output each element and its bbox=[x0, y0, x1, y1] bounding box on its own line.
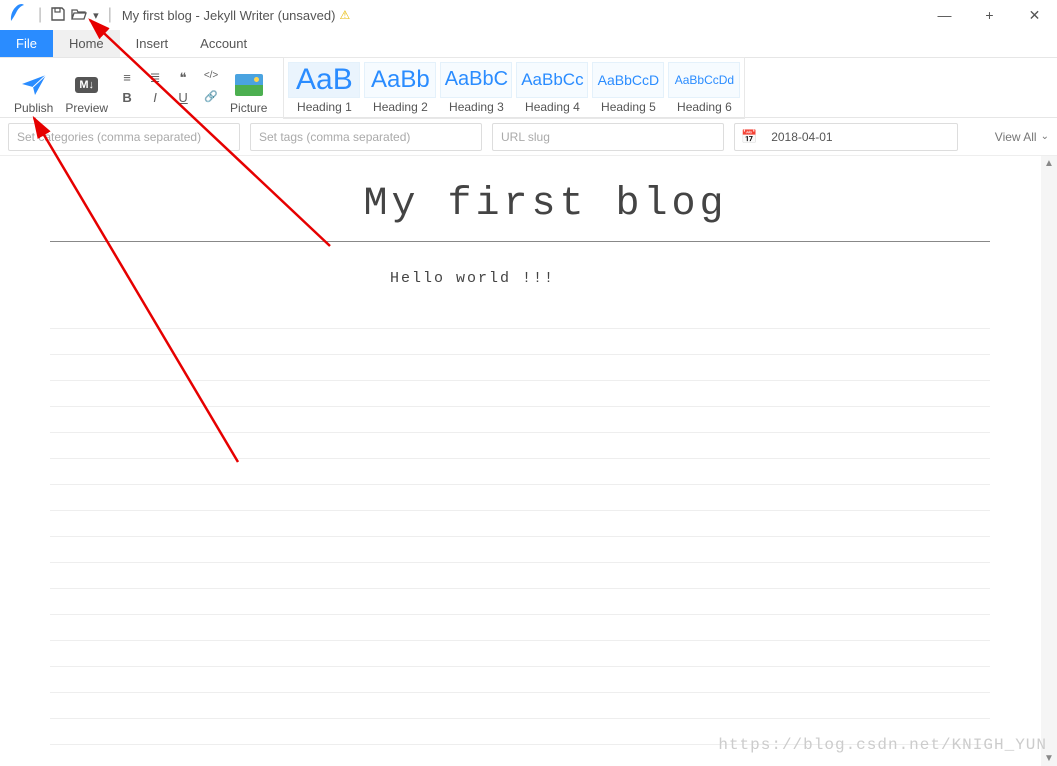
picture-label: Picture bbox=[230, 101, 267, 115]
rule-line bbox=[50, 589, 990, 615]
picture-icon bbox=[235, 71, 263, 99]
heading-sample: AaBbCc bbox=[516, 62, 588, 98]
calendar-icon: 📅 bbox=[741, 129, 757, 145]
heading-label: Heading 6 bbox=[677, 100, 732, 114]
italic-icon[interactable]: I bbox=[146, 90, 164, 105]
rule-line bbox=[50, 641, 990, 667]
rule-line bbox=[50, 719, 990, 745]
rule-line bbox=[50, 433, 990, 459]
tab-home[interactable]: Home bbox=[53, 30, 120, 57]
heading-sample: AaBbCcDd bbox=[668, 62, 740, 98]
heading-sample: AaBbC bbox=[440, 62, 512, 98]
rule-line bbox=[50, 511, 990, 537]
format-grid: ≡ ≣ ❝ </> B I U 🔗 bbox=[118, 70, 220, 105]
bold-icon[interactable]: B bbox=[118, 90, 136, 105]
chevron-down-icon: ⌄ bbox=[1041, 131, 1049, 142]
heading-2-button[interactable]: AaBb Heading 2 bbox=[362, 60, 438, 116]
chevron-down-icon[interactable]: ▾ bbox=[93, 9, 99, 22]
heading-label: Heading 1 bbox=[297, 100, 352, 114]
scroll-down-icon[interactable]: ▼ bbox=[1044, 753, 1054, 764]
window-controls: — + ✕ bbox=[922, 0, 1057, 30]
rule-line bbox=[50, 381, 990, 407]
heading-sample: AaBb bbox=[364, 62, 436, 98]
quote-icon[interactable]: ❝ bbox=[174, 70, 192, 86]
save-icon[interactable] bbox=[51, 7, 65, 24]
view-all-button[interactable]: View All ⌄ bbox=[995, 130, 1049, 144]
preview-label: Preview bbox=[65, 101, 108, 115]
link-icon[interactable]: 🔗 bbox=[202, 90, 220, 105]
rule-line bbox=[50, 329, 990, 355]
publish-button[interactable]: Publish bbox=[14, 61, 53, 115]
post-body[interactable]: Hello world !!! bbox=[50, 242, 1041, 295]
markdown-icon: M↓ bbox=[75, 71, 98, 99]
ribbon-toolbar: Publish M↓ Preview ≡ ≣ ❝ </> B I U 🔗 Pic… bbox=[0, 58, 1057, 118]
rule-line bbox=[50, 745, 990, 766]
preview-button[interactable]: M↓ Preview bbox=[65, 61, 108, 115]
editor-area: My first blog Hello world !!! ▲ ▼ bbox=[0, 156, 1057, 766]
categories-input[interactable] bbox=[8, 123, 240, 151]
tab-account[interactable]: Account bbox=[184, 30, 263, 57]
heading-1-button[interactable]: AaB Heading 1 bbox=[286, 60, 362, 116]
heading-sample: AaB bbox=[288, 62, 360, 98]
date-input[interactable] bbox=[763, 125, 951, 149]
warning-icon: ⚠ bbox=[339, 8, 350, 22]
maximize-button[interactable]: + bbox=[967, 0, 1012, 30]
code-icon[interactable]: </> bbox=[202, 70, 220, 86]
picture-button[interactable]: Picture bbox=[230, 61, 267, 115]
tab-insert[interactable]: Insert bbox=[120, 30, 185, 57]
editor-canvas[interactable]: My first blog Hello world !!! bbox=[0, 156, 1041, 766]
date-field[interactable]: 📅 bbox=[734, 123, 958, 151]
titlebar: | ▾ | My first blog - Jekyll Writer (uns… bbox=[0, 0, 1057, 30]
app-logo-icon bbox=[8, 3, 26, 28]
heading-label: Heading 5 bbox=[601, 100, 656, 114]
menu-tabs: File Home Insert Account bbox=[0, 30, 1057, 58]
vertical-scrollbar[interactable]: ▲ ▼ bbox=[1041, 156, 1057, 766]
unordered-list-icon[interactable]: ≡ bbox=[118, 70, 136, 86]
heading-4-button[interactable]: AaBbCc Heading 4 bbox=[514, 60, 590, 116]
separator: | bbox=[108, 6, 112, 24]
heading-5-button[interactable]: AaBbCcD Heading 5 bbox=[590, 60, 666, 116]
heading-label: Heading 3 bbox=[449, 100, 504, 114]
scroll-up-icon[interactable]: ▲ bbox=[1044, 158, 1054, 169]
rule-line bbox=[50, 485, 990, 511]
ruled-lines bbox=[50, 303, 1041, 766]
heading-3-button[interactable]: AaBbC Heading 3 bbox=[438, 60, 514, 116]
rule-line bbox=[50, 303, 990, 329]
rule-line bbox=[50, 615, 990, 641]
view-all-label: View All bbox=[995, 130, 1037, 144]
headings-gallery: AaBHeading 1AaBbHeading 2AaBbCHeading 3A… bbox=[283, 57, 745, 119]
tags-input[interactable] bbox=[250, 123, 482, 151]
heading-6-button[interactable]: AaBbCcDd Heading 6 bbox=[666, 60, 742, 116]
meta-bar: 📅 View All ⌄ bbox=[0, 118, 1057, 156]
window-title: My first blog - Jekyll Writer (unsaved) bbox=[122, 8, 336, 23]
publish-label: Publish bbox=[14, 101, 53, 115]
heading-label: Heading 4 bbox=[525, 100, 580, 114]
rule-line bbox=[50, 563, 990, 589]
slug-input[interactable] bbox=[492, 123, 724, 151]
ordered-list-icon[interactable]: ≣ bbox=[146, 70, 164, 86]
rule-line bbox=[50, 355, 990, 381]
heading-sample: AaBbCcD bbox=[592, 62, 664, 98]
rule-line bbox=[50, 459, 990, 485]
minimize-button[interactable]: — bbox=[922, 0, 967, 30]
tab-file[interactable]: File bbox=[0, 30, 53, 57]
rule-line bbox=[50, 667, 990, 693]
rule-line bbox=[50, 537, 990, 563]
paper-plane-icon bbox=[21, 71, 47, 99]
close-button[interactable]: ✕ bbox=[1012, 0, 1057, 30]
rule-line bbox=[50, 693, 990, 719]
heading-label: Heading 2 bbox=[373, 100, 428, 114]
underline-icon[interactable]: U bbox=[174, 90, 192, 105]
post-title[interactable]: My first blog bbox=[50, 156, 1041, 241]
separator: | bbox=[38, 6, 42, 24]
open-folder-icon[interactable] bbox=[71, 7, 87, 24]
rule-line bbox=[50, 407, 990, 433]
